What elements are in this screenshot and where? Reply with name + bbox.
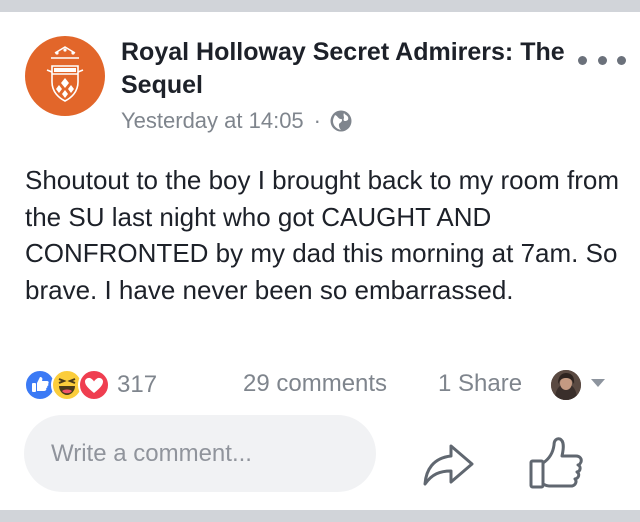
thumbs-up-icon[interactable] (527, 434, 585, 492)
page-avatar[interactable] (25, 36, 105, 116)
more-dot-icon (597, 55, 607, 65)
post-body: Shoutout to the boy I brought back to my… (25, 165, 619, 305)
viewer-photo (551, 370, 581, 400)
post-card: Royal Holloway Secret Admirers: The Sequ… (0, 12, 640, 510)
comments-count-link[interactable]: 29 comments (243, 370, 387, 398)
love-reaction-icon (78, 369, 110, 401)
more-dot-icon (617, 55, 626, 65)
globe-icon[interactable] (329, 109, 353, 133)
more-dot-icon (578, 55, 587, 65)
shares-count-link[interactable]: 1 Share (438, 370, 522, 398)
reaction-count: 317 (117, 371, 158, 398)
post-timestamp[interactable]: Yesterday at 14:05 (121, 108, 304, 134)
share-arrow-icon[interactable] (420, 436, 476, 492)
chevron-down-icon[interactable] (590, 378, 606, 388)
more-options-button[interactable] (578, 48, 626, 72)
viewer-avatar[interactable] (551, 370, 581, 400)
reactions-summary[interactable]: 317 (24, 368, 157, 402)
crest-logo (46, 46, 84, 102)
page-name-link[interactable]: Royal Holloway Secret Admirers: The Sequ… (121, 36, 571, 102)
meta-separator: · (313, 108, 321, 133)
comment-input[interactable] (49, 438, 363, 469)
comment-composer[interactable] (24, 415, 376, 492)
post-meta: Yesterday at 14:05 · (121, 108, 353, 134)
